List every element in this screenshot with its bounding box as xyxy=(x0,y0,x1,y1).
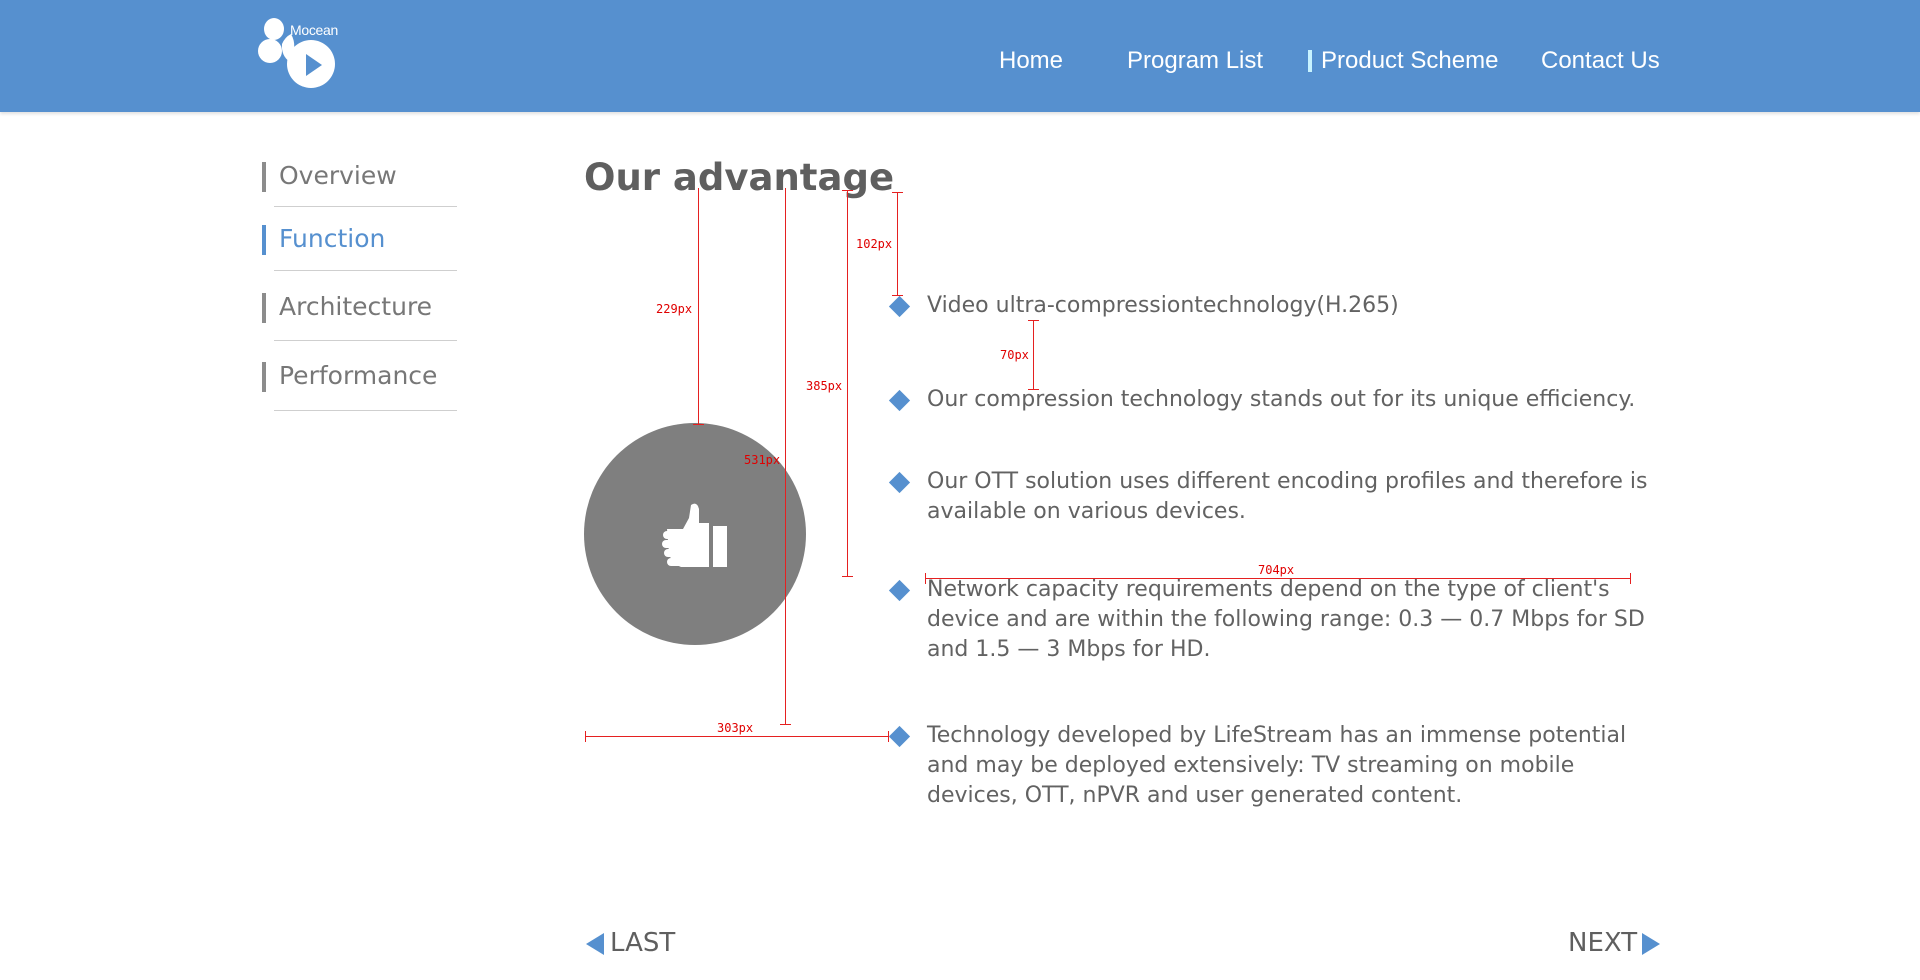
thumbs-up-icon xyxy=(662,503,727,567)
list-item-text: Video ultra-compressiontechnology(H.265) xyxy=(927,293,1399,318)
dimension-tick xyxy=(892,295,903,296)
diamond-bullet-icon xyxy=(888,579,911,602)
dimension-tick xyxy=(925,573,926,584)
dimension-label: 229px xyxy=(656,302,693,316)
next-button[interactable]: NEXT xyxy=(1560,926,1660,960)
sidebar-item-marker xyxy=(262,362,266,392)
dimension-label: 70px xyxy=(1000,348,1029,362)
dimension-tick xyxy=(888,731,889,742)
dimension-tick xyxy=(780,724,791,725)
dimension-tick xyxy=(1630,573,1631,584)
sidebar-item-label: Performance xyxy=(279,361,438,390)
list-item-text: Network capacity requirements depend on … xyxy=(927,577,1645,662)
dimension-line xyxy=(585,736,889,737)
mocean-logo[interactable]: Mocean xyxy=(258,16,340,92)
dimension-label: 704px xyxy=(1258,563,1295,577)
nav-product-scheme[interactable]: Product Scheme xyxy=(1321,44,1498,78)
dimension-tick xyxy=(842,190,853,191)
last-button[interactable]: LAST xyxy=(584,926,684,960)
sidebar-divider xyxy=(274,340,457,341)
active-nav-marker xyxy=(1308,50,1312,72)
dimension-line xyxy=(698,188,699,425)
triangle-left-icon xyxy=(586,933,604,955)
dimension-label: 102px xyxy=(856,237,893,251)
dimension-line xyxy=(785,188,786,725)
sidebar-item-label: Architecture xyxy=(279,292,433,321)
nav-home[interactable]: Home xyxy=(999,44,1063,78)
diamond-bullet-icon xyxy=(888,389,911,412)
triangle-right-icon xyxy=(1642,933,1660,955)
sidebar-item-label: Overview xyxy=(279,161,397,190)
nav-contact-us[interactable]: Contact Us xyxy=(1541,44,1660,78)
list-item-text: Technology developed by LifeStream has a… xyxy=(927,723,1627,808)
sidebar-item-marker-active xyxy=(262,225,266,255)
dimension-line xyxy=(897,192,898,296)
dimension-line xyxy=(925,578,1630,579)
dimension-label: 303px xyxy=(717,721,754,735)
sidebar-divider xyxy=(274,410,457,411)
logo-text: Mocean xyxy=(290,22,339,38)
sidebar-divider xyxy=(274,270,457,271)
sidebar-item-label: Function xyxy=(279,224,386,253)
top-header: Mocean Home Program List Product Scheme … xyxy=(0,0,1920,112)
dimension-tick xyxy=(693,424,704,425)
dimension-label: 385px xyxy=(806,379,843,393)
nav-program-list[interactable]: Program List xyxy=(1127,44,1263,78)
dimension-line xyxy=(1033,320,1034,390)
dimension-line xyxy=(847,190,848,577)
dimension-label: 531px xyxy=(744,453,781,467)
sidebar-divider xyxy=(274,206,457,207)
sidebar-item-marker xyxy=(262,162,266,192)
dimension-tick xyxy=(1028,389,1039,390)
sidebar-item-marker xyxy=(262,293,266,323)
diamond-bullet-icon xyxy=(888,471,911,494)
last-label: LAST xyxy=(610,928,676,958)
dimension-tick xyxy=(585,731,586,742)
dimension-tick xyxy=(1028,320,1039,321)
diamond-bullet-icon xyxy=(888,295,911,318)
list-item-text: Our OTT solution uses different encoding… xyxy=(927,469,1648,524)
dimension-tick xyxy=(842,576,853,577)
dimension-tick xyxy=(892,192,903,193)
next-label: NEXT xyxy=(1568,928,1638,958)
diamond-bullet-icon xyxy=(888,725,911,748)
